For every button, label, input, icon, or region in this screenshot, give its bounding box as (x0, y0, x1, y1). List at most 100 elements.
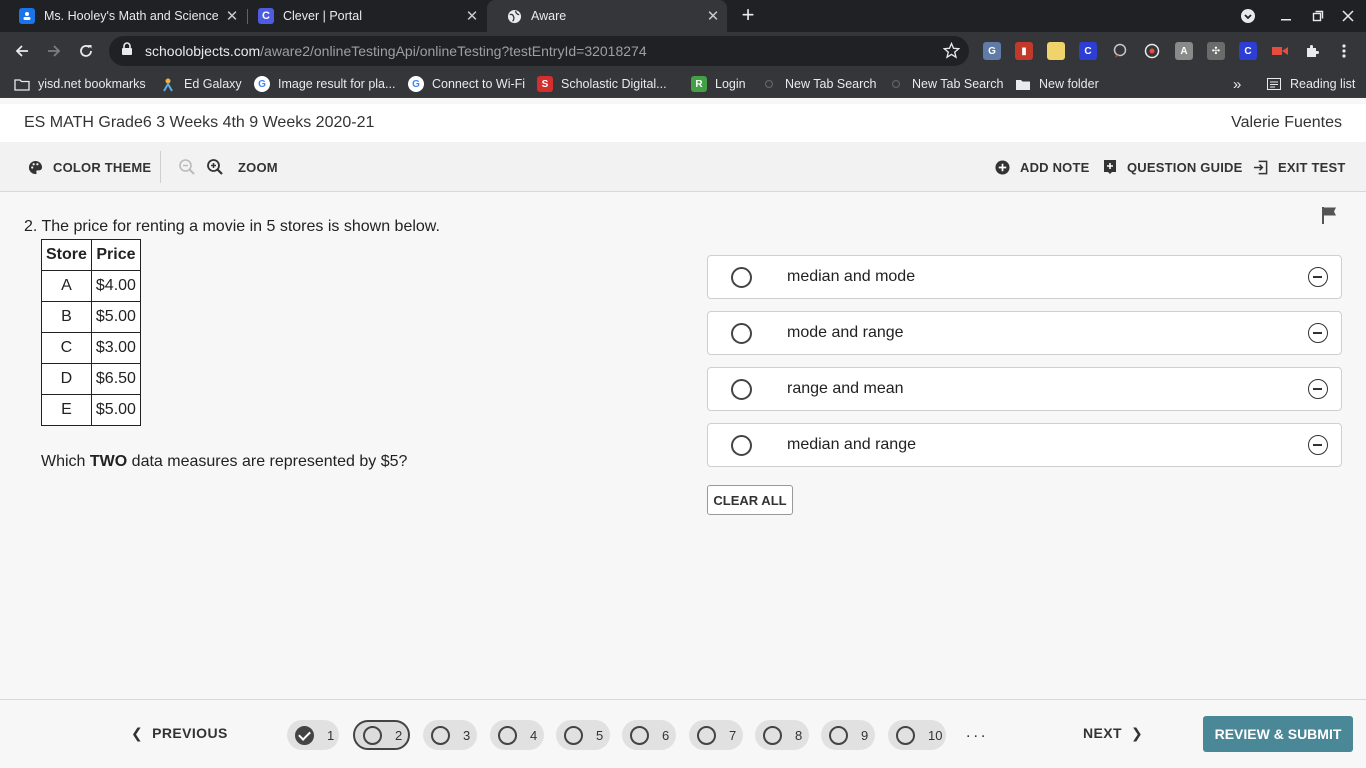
close-tab-icon[interactable]: ✕ (699, 7, 727, 25)
question-nav-1[interactable]: 1 (287, 720, 339, 750)
eliminate-minus-icon[interactable] (1308, 267, 1328, 287)
question-nav-4[interactable]: 4 (490, 720, 544, 750)
circle-icon (498, 725, 517, 745)
test-header: ES MATH Grade6 3 Weeks 4th 9 Weeks 2020-… (0, 104, 1366, 142)
more-questions-ellipsis[interactable]: ... (966, 724, 988, 742)
answer-choice-2[interactable]: mode and range (707, 311, 1342, 355)
question-nav-2[interactable]: 2 (353, 720, 410, 750)
bookmark-scholastic[interactable]: S Scholastic Digital... (537, 70, 667, 98)
chat-extension-icon[interactable] (1111, 42, 1129, 60)
zoom-out-icon[interactable] (178, 142, 206, 192)
tab-hooley[interactable]: Ms. Hooley's Math and Science F ✕ (0, 0, 246, 32)
more-menu-icon[interactable] (1335, 42, 1353, 60)
question-nav-5[interactable]: 5 (556, 720, 610, 750)
screencast-extension-icon[interactable] (1271, 42, 1289, 60)
radio-button[interactable] (731, 323, 752, 344)
browser-toolbar: schoolobjects.com/aware2/onlineTestingAp… (0, 32, 1366, 70)
forward-arrow-icon[interactable] (42, 39, 66, 63)
table-cell-price: $3.00 (90, 332, 141, 364)
bookmark-new-tab-search[interactable]: New Tab Search (761, 70, 877, 98)
question-nav-10[interactable]: 10 (888, 720, 946, 750)
radio-button[interactable] (731, 435, 752, 456)
reading-list-button[interactable]: Reading list (1266, 70, 1355, 98)
bookmark-new-folder[interactable]: New folder (1015, 70, 1099, 98)
add-note-button[interactable]: ADD NOTE (995, 142, 1090, 192)
tab-aware[interactable]: Aware ✕ (487, 0, 727, 32)
restore-icon[interactable] (1306, 0, 1330, 32)
chevron-right-icon: ❯ (1130, 725, 1144, 741)
url-text: schoolobjects.com/aware2/onlineTestingAp… (145, 43, 647, 59)
login-icon: R (691, 76, 707, 92)
radio-button[interactable] (731, 267, 752, 288)
question-nav-8[interactable]: 8 (755, 720, 809, 750)
question-nav-9[interactable]: 9 (821, 720, 875, 750)
tab-search-icon[interactable] (1236, 0, 1260, 32)
clever-extension-icon[interactable]: C (1079, 42, 1097, 60)
eliminate-minus-icon[interactable] (1308, 323, 1328, 343)
google-icon: G (408, 76, 424, 92)
next-button[interactable]: NEXT ❯ (1083, 725, 1143, 742)
bookmark-login[interactable]: R Login (691, 70, 746, 98)
folder-icon (14, 76, 30, 92)
search-icon (761, 76, 777, 92)
question-nav-6[interactable]: 6 (622, 720, 676, 750)
tab-title: Clever | Portal (283, 9, 362, 23)
close-window-icon[interactable] (1336, 0, 1360, 32)
table-cell-store: B (41, 301, 92, 333)
image-extension-icon[interactable] (1047, 42, 1065, 60)
minimize-icon[interactable] (1274, 0, 1298, 32)
reload-icon[interactable] (74, 39, 98, 63)
question-guide-button[interactable]: QUESTION GUIDE (1103, 142, 1242, 192)
puzzle-app-extension-icon[interactable]: A (1175, 42, 1193, 60)
reading-list-icon (1266, 76, 1282, 92)
close-tab-icon[interactable]: ✕ (458, 7, 486, 25)
grid-extension-icon[interactable]: ✣ (1207, 42, 1225, 60)
toolbar-divider (160, 151, 161, 183)
radio-button[interactable] (731, 379, 752, 400)
book-extension-icon[interactable]: ▮ (1015, 42, 1033, 60)
bookmark-star-icon[interactable] (942, 41, 961, 64)
question-nav-3[interactable]: 3 (423, 720, 477, 750)
circle-icon (697, 725, 716, 745)
bookmark-connect-wifi[interactable]: G Connect to Wi-Fi (408, 70, 525, 98)
previous-button[interactable]: ❮ PREVIOUS (131, 725, 228, 742)
bookmark-ed-galaxy[interactable]: Ed Galaxy (160, 70, 242, 98)
google-icon: G (254, 76, 270, 92)
table-cell-price: $4.00 (90, 270, 141, 302)
bookmark-yisd[interactable]: yisd.net bookmarks (14, 70, 146, 98)
answer-choice-3[interactable]: range and mean (707, 367, 1342, 411)
bookmark-new-tab-search-2[interactable]: New Tab Search (888, 70, 1004, 98)
lock-icon[interactable] (121, 41, 133, 61)
back-arrow-icon[interactable] (10, 39, 34, 63)
exit-test-button[interactable]: EXIT TEST (1253, 142, 1346, 192)
table-header-price: Price (90, 239, 141, 271)
clever-icon: C (258, 8, 274, 24)
bookmarks-bar: yisd.net bookmarks Ed Galaxy G Image res… (0, 70, 1366, 98)
eliminate-minus-icon[interactable] (1308, 379, 1328, 399)
question-nav-7[interactable]: 7 (689, 720, 743, 750)
test-title: ES MATH Grade6 3 Weeks 4th 9 Weeks 2020-… (24, 114, 375, 131)
clear-all-button[interactable]: CLEAR ALL (707, 485, 793, 515)
eliminate-minus-icon[interactable] (1308, 435, 1328, 455)
tab-clever[interactable]: C Clever | Portal ✕ (239, 0, 486, 32)
question-prompt: 2. The price for renting a movie in 5 st… (24, 218, 440, 235)
scholastic-icon: S (537, 76, 553, 92)
color-theme-button[interactable]: COLOR THEME (28, 142, 151, 192)
answer-choice-1[interactable]: median and mode (707, 255, 1342, 299)
table-row: B $5.00 (41, 301, 141, 333)
tab-title: Ms. Hooley's Math and Science F (44, 9, 218, 23)
new-tab-icon[interactable]: + (736, 4, 760, 28)
clever-badge-extension-icon[interactable]: C (1239, 42, 1257, 60)
answer-choice-4[interactable]: median and range (707, 423, 1342, 467)
zoom-in-button[interactable]: ZOOM (206, 142, 278, 192)
extensions-puzzle-icon[interactable] (1303, 42, 1321, 60)
review-submit-button[interactable]: REVIEW & SUBMIT (1203, 716, 1353, 752)
search-icon (888, 76, 904, 92)
translate-extension-icon[interactable]: G (983, 42, 1001, 60)
target-extension-icon[interactable] (1143, 42, 1161, 60)
emphasis-two: TWO (89, 453, 128, 470)
flag-icon[interactable] (1321, 206, 1339, 229)
bookmark-image-result[interactable]: G Image result for pla... (254, 70, 395, 98)
address-bar[interactable]: schoolobjects.com/aware2/onlineTestingAp… (109, 36, 969, 66)
bookmarks-overflow-chevron-icon[interactable]: » (1233, 70, 1241, 98)
